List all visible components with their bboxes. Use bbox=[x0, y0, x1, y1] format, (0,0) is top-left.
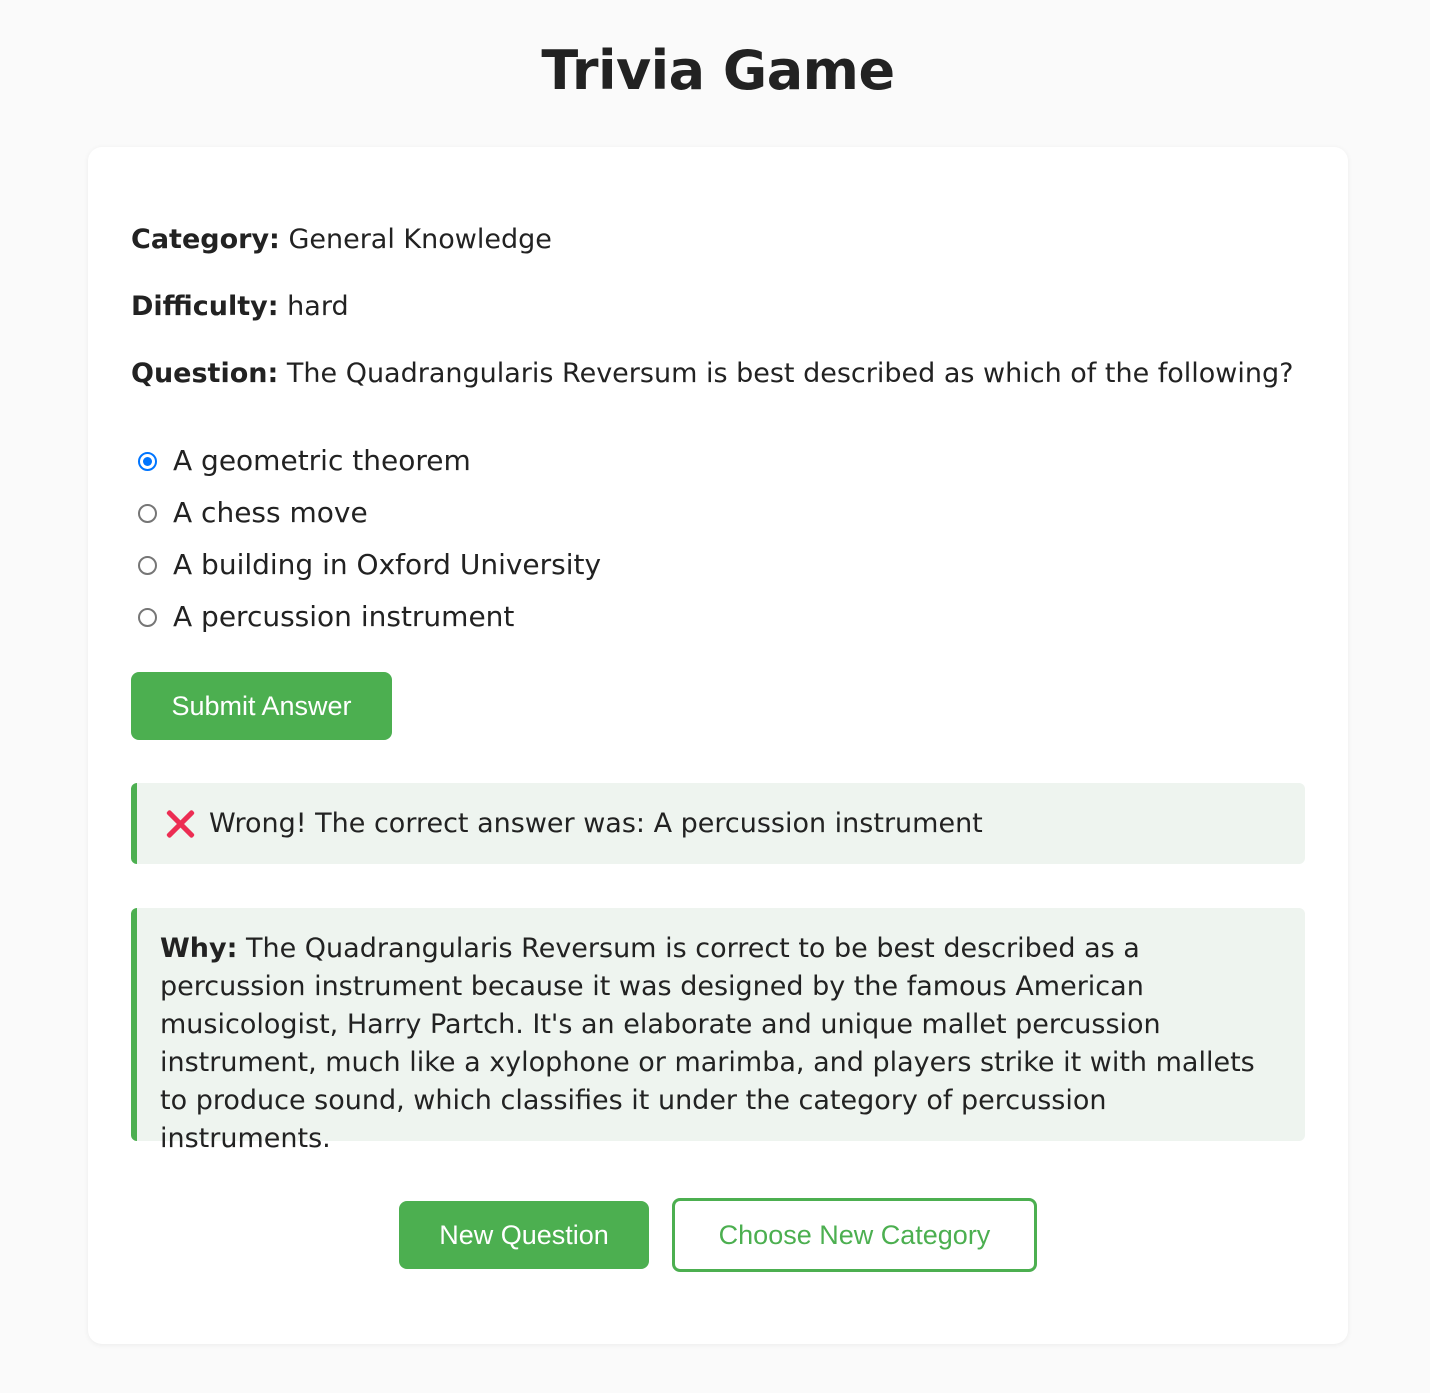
category-value: General Knowledge bbox=[288, 224, 552, 255]
trivia-card: Category: General Knowledge Difficulty: … bbox=[88, 147, 1348, 1344]
difficulty-line: Difficulty: hard bbox=[131, 289, 349, 325]
difficulty-label: Difficulty: bbox=[131, 291, 279, 322]
submit-answer-button[interactable]: Submit Answer bbox=[131, 672, 392, 740]
answer-option-label: A chess move bbox=[173, 496, 368, 529]
explanation-label: Why: bbox=[160, 933, 238, 964]
radio-button[interactable] bbox=[138, 503, 157, 523]
category-label: Category: bbox=[131, 224, 280, 255]
new-question-button[interactable]: New Question bbox=[399, 1201, 649, 1269]
cross-mark-icon bbox=[165, 809, 195, 839]
answer-options: A geometric theorem A chess move A build… bbox=[138, 435, 601, 643]
feedback-text: Wrong! The correct answer was: A percuss… bbox=[209, 807, 983, 839]
question-label: Question: bbox=[131, 358, 279, 389]
radio-button[interactable] bbox=[138, 451, 157, 471]
question-line: Question: The Quadrangularis Reversum is… bbox=[131, 356, 1293, 392]
explanation-text: Why: The Quadrangularis Reversum is corr… bbox=[160, 930, 1285, 1158]
answer-option-label: A percussion instrument bbox=[173, 600, 515, 633]
question-text: The Quadrangularis Reversum is best desc… bbox=[286, 358, 1294, 389]
answer-option[interactable]: A geometric theorem bbox=[138, 435, 601, 487]
explanation-box: Why: The Quadrangularis Reversum is corr… bbox=[131, 908, 1305, 1154]
choose-new-category-button[interactable]: Choose New Category bbox=[672, 1198, 1037, 1272]
answer-option-label: A geometric theorem bbox=[173, 444, 471, 477]
answer-option[interactable]: A building in Oxford University bbox=[138, 539, 601, 591]
category-line: Category: General Knowledge bbox=[131, 222, 552, 258]
radio-button[interactable] bbox=[138, 607, 157, 627]
answer-option[interactable]: A percussion instrument bbox=[138, 591, 601, 643]
answer-option[interactable]: A chess move bbox=[138, 487, 601, 539]
explanation-body: The Quadrangularis Reversum is correct t… bbox=[160, 933, 1255, 1154]
feedback-message: Wrong! The correct answer was: A percuss… bbox=[131, 783, 1305, 864]
answer-option-label: A building in Oxford University bbox=[173, 548, 602, 581]
difficulty-value: hard bbox=[287, 291, 349, 322]
page-title: Trivia Game bbox=[541, 39, 895, 102]
radio-button[interactable] bbox=[138, 555, 157, 575]
